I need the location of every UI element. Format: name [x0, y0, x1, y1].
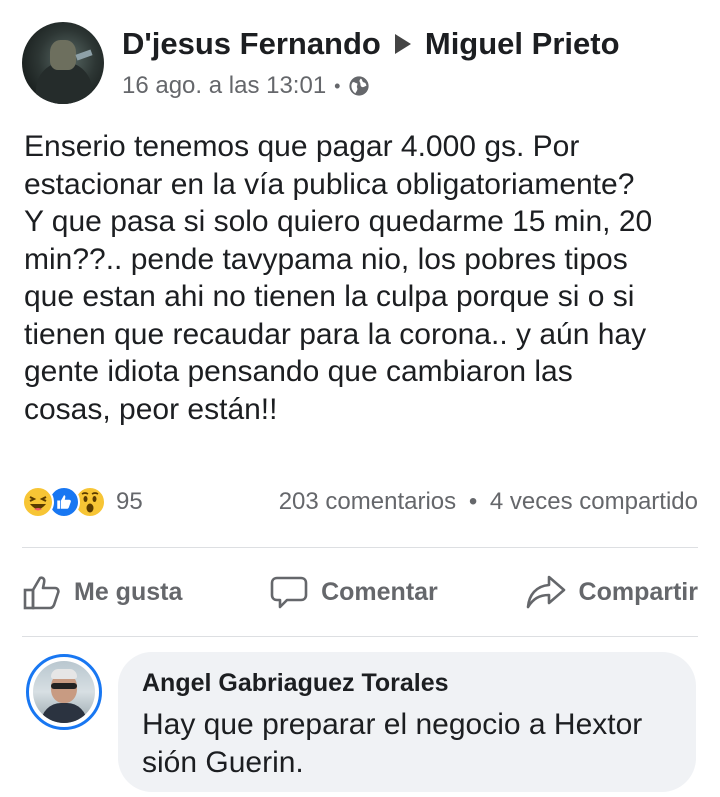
post-text-line: Enserio tenemos que pagar 4.000 gs. Por	[24, 130, 580, 163]
post-body: Enserio tenemos que pagar 4.000 gs. Por …	[24, 128, 704, 428]
divider	[22, 547, 698, 548]
post-text-line: estacionar en la vía publica obligatoria…	[24, 167, 635, 201]
post-actions: Me gusta Comentar Compartir	[22, 566, 698, 618]
post-stats: 95 203 comentarios • 4 veces compartido	[22, 484, 698, 520]
reaction-count: 95	[116, 488, 143, 515]
comment-label: Comentar	[321, 577, 438, 606]
post-text-line: que estan ahi no tienen la culpa porque …	[24, 280, 635, 313]
share-count[interactable]: 4 veces compartido	[490, 488, 698, 515]
commenter-avatar[interactable]	[26, 654, 102, 730]
like-button[interactable]: Me gusta	[22, 572, 182, 612]
like-label: Me gusta	[74, 577, 183, 606]
post-text-line: min??.. pende tavypama nio, los pobres t…	[24, 242, 628, 276]
author-name[interactable]: D'jesus Fernando	[122, 26, 381, 62]
share-button[interactable]: Compartir	[525, 572, 698, 612]
reactions-summary[interactable]: 95	[22, 486, 143, 518]
post-text-line: Y que pasa si solo quiero quedarme 15 mi…	[24, 205, 653, 238]
haha-icon	[22, 486, 54, 518]
engagement-summary: 203 comentarios • 4 veces compartido	[279, 488, 698, 516]
arrow-right-icon	[394, 34, 411, 54]
commenter-name[interactable]: Angel Gabriaguez Torales	[142, 668, 674, 698]
post-text-line: tienen que recaudar para la corona.. y a…	[24, 317, 647, 351]
comment-text: Hay que preparar el negocio a Hextor sió…	[142, 706, 674, 782]
thumbs-up-icon	[23, 576, 60, 610]
share-label: Compartir	[578, 577, 698, 606]
comment-text-line: sión Guerin.	[142, 746, 304, 779]
post-header: D'jesus Fernando Miguel Prieto 16 ago. a…	[22, 20, 702, 104]
post-title: D'jesus Fernando Miguel Prieto	[122, 26, 620, 62]
comment-count[interactable]: 203 comentarios	[279, 488, 456, 515]
post-timestamp[interactable]: 16 ago. a las 13:01	[122, 72, 326, 100]
divider	[22, 636, 698, 637]
recipient-name[interactable]: Miguel Prieto	[425, 26, 620, 62]
post-meta: 16 ago. a las 13:01 •	[122, 72, 370, 100]
author-avatar[interactable]	[22, 22, 104, 104]
meta-separator: •	[334, 75, 341, 96]
speech-bubble-icon	[270, 576, 308, 609]
globe-icon	[349, 76, 370, 96]
comment-bubble[interactable]: Angel Gabriaguez Torales Hay que prepara…	[118, 652, 696, 792]
comment-button[interactable]: Comentar	[269, 572, 438, 612]
post-text-line: cosas, peor están!!	[24, 392, 278, 426]
share-arrow-icon	[526, 575, 565, 609]
comment-item: Angel Gabriaguez Torales Hay que prepara…	[22, 652, 698, 792]
comment-text-line: Hay que preparar el negocio a Hextor	[142, 708, 643, 741]
stats-separator: •	[468, 488, 478, 515]
post-text-line: gente idiota pensando que cambiaron las	[24, 355, 573, 388]
